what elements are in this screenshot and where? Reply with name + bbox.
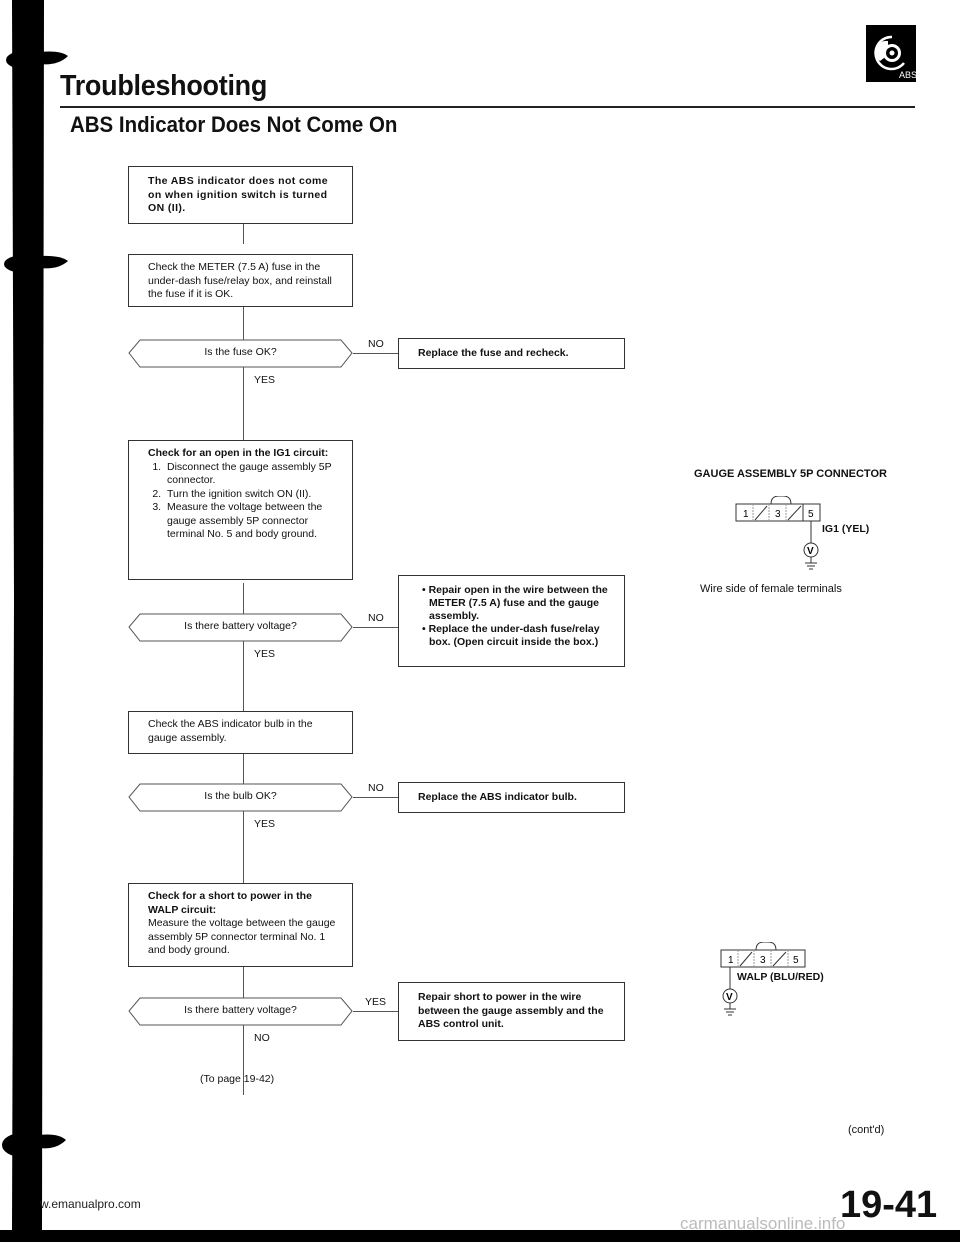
decision-battery-voltage-1: Is there battery voltage? (128, 613, 353, 642)
repair-short-text: Repair short to power in the wire betwee… (418, 991, 604, 1030)
watermark-right[interactable]: carmanualsonline.info (680, 1214, 845, 1234)
check-meter-fuse-box: Check the METER (7.5 A) fuse in the unde… (128, 254, 353, 307)
decision-bulb-ok: Is the bulb OK? (128, 783, 353, 812)
check-walp-short-box: Check for a short to power in the WALP c… (128, 883, 353, 967)
no-label: NO (368, 338, 384, 350)
decision-bulb-ok-text: Is the bulb OK? (204, 790, 277, 802)
pin-5-label: 5 (793, 955, 799, 966)
decision-battery-voltage-1-text: Is there battery voltage? (184, 620, 297, 632)
page-title: Troubleshooting (60, 70, 268, 102)
check-ig1-step: Measure the voltage between the gauge as… (164, 501, 342, 542)
flow-connector (353, 627, 398, 628)
check-ig1-step: Turn the ignition switch ON (II). (164, 488, 342, 502)
replace-bulb-text: Replace the ABS indicator bulb. (418, 791, 577, 803)
no-label: NO (368, 782, 384, 794)
decision-fuse-ok: Is the fuse OK? (128, 339, 353, 368)
repair-open-box: Repair open in the wire between the METE… (398, 575, 625, 667)
repair-open-list: Repair open in the wire between the METE… (421, 584, 614, 649)
decision-fuse-ok-text: Is the fuse OK? (204, 346, 277, 358)
start-condition-text: The ABS indicator does not come on when … (148, 175, 329, 214)
check-ig1-circuit-box: Check for an open in the IG1 circuit: Di… (128, 440, 353, 580)
check-ig1-steps: Disconnect the gauge assembly 5P connect… (148, 461, 342, 542)
continued-label: (cont'd) (848, 1124, 885, 1136)
decision-battery-voltage-2-text: Is there battery voltage? (184, 1004, 297, 1016)
watermark-left[interactable]: w.emanualpro.com (40, 1197, 141, 1211)
page-number: 19-41 (840, 1184, 938, 1226)
header-rule (60, 106, 915, 108)
flow-connector (353, 797, 398, 798)
check-bulb-text: Check the ABS indicator bulb in the gaug… (148, 718, 313, 744)
walp-wire-label: WALP (BLU/RED) (737, 971, 824, 983)
connector-caption: Wire side of female terminals (700, 583, 842, 595)
repair-open-item: Replace the under-dash fuse/relay box. (… (429, 623, 614, 649)
no-label: NO (254, 1032, 270, 1044)
check-bulb-box: Check the ABS indicator bulb in the gaug… (128, 711, 353, 754)
connector-title: GAUGE ASSEMBLY 5P CONNECTOR (694, 468, 887, 480)
check-ig1-heading: Check for an open in the IG1 circuit: (148, 447, 329, 459)
yes-label: YES (254, 818, 276, 830)
flow-connector (243, 224, 244, 244)
connector-ig1-diagram: 1 3 5 V (735, 496, 821, 570)
decision-battery-voltage-2: Is there battery voltage? (128, 997, 353, 1026)
pin-3-label: 3 (775, 509, 781, 520)
replace-bulb-box: Replace the ABS indicator bulb. (398, 782, 625, 813)
repair-open-item: Repair open in the wire between the METE… (429, 584, 614, 623)
no-label: NO (368, 612, 384, 624)
yes-label: YES (254, 374, 276, 386)
pin-3-label: 3 (760, 955, 766, 966)
yes-label: YES (254, 648, 276, 660)
flow-connector (353, 1011, 398, 1012)
pin-1-label: 1 (743, 509, 749, 520)
check-walp-body: Measure the voltage between the gauge as… (148, 917, 336, 956)
check-walp-heading: Check for a short to power in the WALP c… (148, 890, 312, 916)
replace-fuse-box: Replace the fuse and recheck. (398, 338, 625, 369)
repair-short-box: Repair short to power in the wire betwee… (398, 982, 625, 1041)
check-meter-fuse-text: Check the METER (7.5 A) fuse in the unde… (148, 261, 332, 300)
ig1-wire-label: IG1 (YEL) (822, 523, 870, 535)
pin-1-label: 1 (728, 955, 734, 966)
voltmeter-label: V (807, 546, 814, 557)
abs-brake-icon: ABS (866, 25, 917, 82)
replace-fuse-text: Replace the fuse and recheck. (418, 347, 569, 359)
binder-edge-graphic (2, 0, 68, 1230)
section-title: ABS Indicator Does Not Come On (70, 112, 398, 137)
check-ig1-step: Disconnect the gauge assembly 5P connect… (164, 461, 342, 488)
abs-icon-label: ABS (899, 70, 916, 80)
continue-reference: (To page 19-42) (200, 1073, 275, 1085)
flow-connector (353, 353, 398, 354)
start-condition-box: The ABS indicator does not come on when … (128, 166, 353, 224)
yes-label: YES (365, 996, 387, 1008)
voltmeter-label: V (726, 992, 733, 1003)
pin-5-label: 5 (808, 509, 814, 520)
